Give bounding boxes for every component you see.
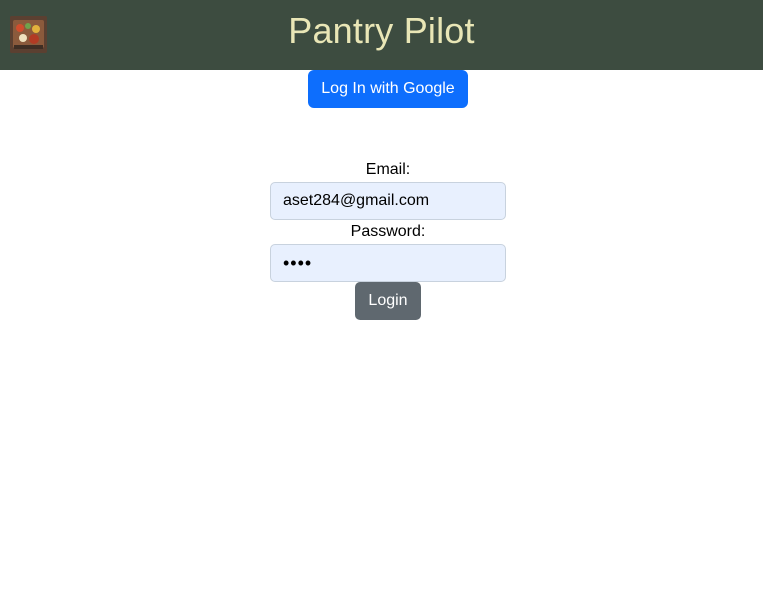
email-field[interactable] xyxy=(270,182,506,220)
login-button[interactable]: Login xyxy=(355,282,421,320)
password-label: Password: xyxy=(350,223,426,240)
app-header: Pantry Pilot xyxy=(0,0,763,70)
email-label: Email: xyxy=(365,161,411,178)
google-login-button[interactable]: Log In with Google xyxy=(308,70,468,108)
page-title: Pantry Pilot xyxy=(288,10,475,51)
password-field[interactable] xyxy=(270,244,506,282)
